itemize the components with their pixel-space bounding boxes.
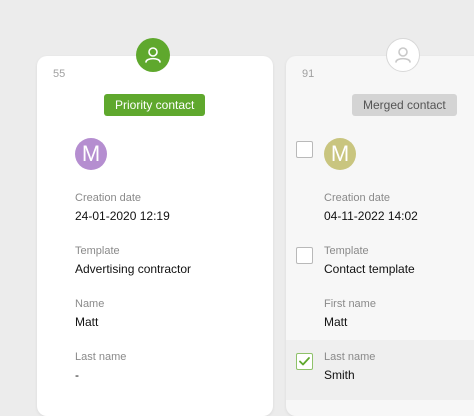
contact-initial-avatar: M <box>324 138 356 170</box>
checkmark-icon <box>299 357 310 366</box>
merged-contact-badge: Merged contact <box>352 94 457 116</box>
name-value: Matt <box>75 315 99 329</box>
priority-user-avatar <box>136 38 170 72</box>
template-value: Contact template <box>324 262 415 276</box>
user-icon <box>395 47 411 63</box>
contact-card-merged: 91 Merged contact M Creation date 04-11-… <box>286 56 474 416</box>
select-checkbox-avatar[interactable] <box>296 141 313 158</box>
creation-date-label: Creation date <box>324 192 391 204</box>
contact-initial-avatar: M <box>75 138 107 170</box>
last-name-row-highlight <box>286 340 474 400</box>
first-name-value: Matt <box>324 315 348 329</box>
last-name-value: Smith <box>324 368 355 382</box>
creation-date-label: Creation date <box>75 192 142 204</box>
contact-id: 91 <box>302 68 315 80</box>
user-icon <box>145 47 161 63</box>
contact-id: 55 <box>53 68 66 80</box>
contact-card-priority: 55 Priority contact M Creation date 24-0… <box>37 56 273 416</box>
creation-date-value: 24-01-2020 12:19 <box>75 209 170 223</box>
merged-user-avatar <box>386 38 420 72</box>
first-name-label: First name <box>324 298 376 310</box>
select-checkbox-last-name[interactable] <box>296 353 313 370</box>
last-name-label: Last name <box>324 351 376 363</box>
creation-date-value: 04-11-2022 14:02 <box>324 209 418 223</box>
select-checkbox-template[interactable] <box>296 247 313 264</box>
last-name-value: - <box>75 368 79 382</box>
name-label: Name <box>75 298 105 310</box>
template-value: Advertising contractor <box>75 262 192 276</box>
template-label: Template <box>75 245 120 257</box>
template-label: Template <box>324 245 369 257</box>
priority-contact-badge: Priority contact <box>104 94 206 116</box>
last-name-label: Last name <box>75 351 127 363</box>
